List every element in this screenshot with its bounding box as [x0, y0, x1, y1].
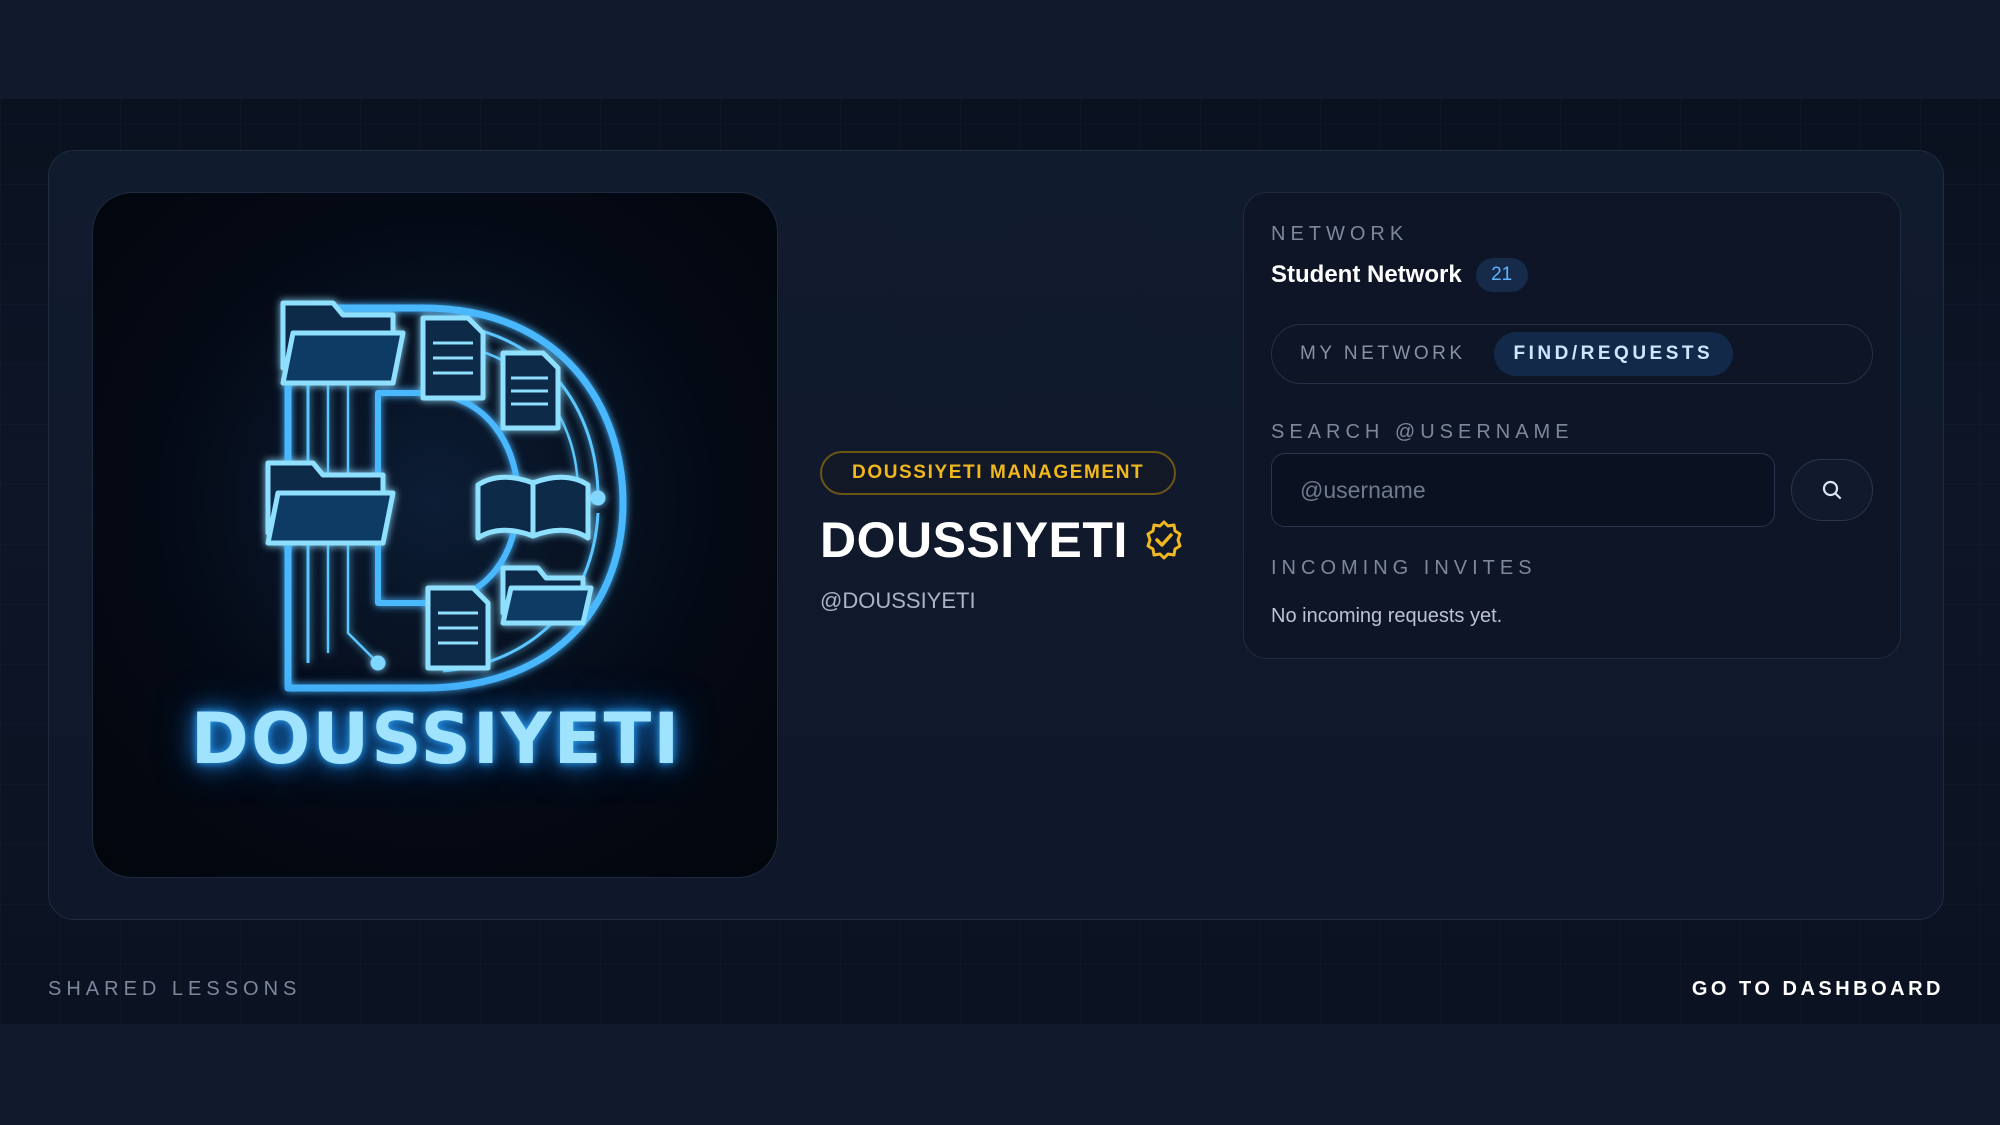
network-tabs: MY NETWORK FIND/REQUESTS	[1271, 324, 1873, 384]
network-title: Student Network	[1271, 261, 1462, 288]
profile-logo: DOUSSIYETI	[92, 192, 778, 878]
profile-handle: @DOUSSIYETI	[820, 588, 976, 613]
tab-find-requests[interactable]: FIND/REQUESTS	[1493, 332, 1734, 376]
role-badge: DOUSSIYETI MANAGEMENT	[820, 451, 1177, 495]
incoming-invites-label: INCOMING INVITES	[1271, 557, 1537, 579]
username-search-input[interactable]	[1271, 453, 1775, 527]
network-title-row: Student Network 21	[1271, 258, 1528, 292]
search-button[interactable]	[1791, 459, 1873, 521]
verified-check-icon	[1146, 520, 1182, 560]
tab-my-network[interactable]: MY NETWORK	[1280, 332, 1486, 376]
go-to-dashboard-link[interactable]: GO TO DASHBOARD	[1692, 978, 1944, 1001]
network-count-badge: 21	[1475, 258, 1528, 292]
search-icon	[1822, 480, 1842, 500]
search-label: SEARCH @USERNAME	[1271, 421, 1574, 443]
display-name-row: DOUSSIYETI	[820, 510, 1184, 570]
display-name: DOUSSIYETI	[820, 512, 1128, 568]
shared-lessons-label: SHARED LESSONS	[48, 978, 302, 1000]
network-section-label: NETWORK	[1271, 223, 1409, 245]
network-panel: NETWORK Student Network 21 MY NETWORK FI…	[1243, 192, 1901, 659]
invites-empty-message: No incoming requests yet.	[1271, 605, 1503, 627]
logo-wordmark: DOUSSIYETI	[190, 698, 682, 780]
